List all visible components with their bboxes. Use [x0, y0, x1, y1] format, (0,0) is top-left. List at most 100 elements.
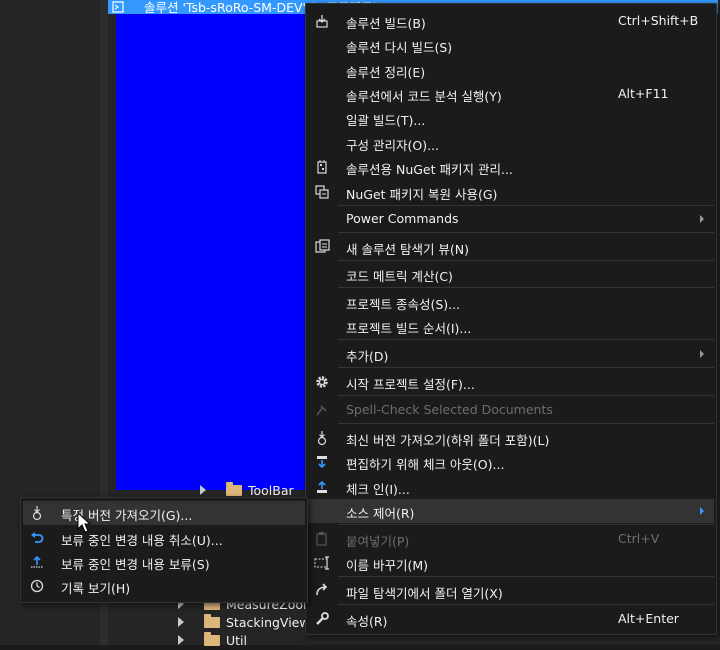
menu-item-label: 체크 인(I)...	[346, 482, 410, 497]
spellcheck-icon	[316, 405, 327, 416]
submenu-arrow-icon	[700, 350, 704, 358]
menu-item-label: 일괄 빌드(T)...	[346, 113, 426, 128]
menu-item-nuget-restore[interactable]: NuGet 패키지 복원 사용(G)	[308, 180, 714, 204]
menu-item-spell-check: Spell-Check Selected Documents	[308, 398, 714, 422]
solution-context-menu: 솔루션 빌드(B) Ctrl+Shift+B 솔루션 다시 빌드(S) 솔루션 …	[305, 3, 717, 635]
menu-separator	[338, 524, 714, 525]
menu-item-label: 붙여넣기(P)	[346, 534, 410, 549]
menu-item-rename[interactable]: 이름 바꾸기(M)	[308, 551, 714, 575]
new-view-icon	[315, 239, 330, 253]
submenu-arrow-icon	[700, 215, 704, 223]
menu-item-label: 솔루션 다시 빌드(S)	[346, 40, 453, 55]
menu-item-properties[interactable]: 속성(R) Alt+Enter	[308, 607, 714, 631]
expand-arrow-icon[interactable]	[178, 635, 184, 645]
menu-item-get-latest[interactable]: 최신 버전 가져오기(하위 폴더 포함)(L)	[308, 426, 714, 450]
menu-item-source-control[interactable]: 소스 제어(R)	[308, 499, 714, 523]
menu-item-manage-nuget[interactable]: 솔루션용 NuGet 패키지 관리...	[308, 155, 714, 179]
menu-item-label: 새 솔루션 탐색기 뷰(N)	[346, 242, 470, 257]
tree-item-label: StackingView	[226, 615, 310, 630]
menu-item-label: 솔루션용 NuGet 패키지 관리...	[346, 162, 513, 177]
expand-arrow-icon[interactable]	[178, 617, 184, 627]
menu-item-label: 프로젝트 종속성(S)...	[346, 297, 461, 312]
menu-item-label: 구성 관리자(O)...	[346, 138, 439, 153]
tree-item-label: ToolBar	[248, 483, 294, 498]
menu-separator	[338, 423, 714, 424]
menu-item-shortcut: Ctrl+V	[618, 531, 660, 546]
menu-item-shortcut: Ctrl+Shift+B	[618, 13, 699, 28]
menu-item-paste: 붙여넣기(P) Ctrl+V	[308, 527, 714, 551]
menu-item-clean-solution[interactable]: 솔루션 정리(E)	[308, 58, 714, 82]
gear-icon	[316, 376, 328, 388]
menu-item-configuration-manager[interactable]: 구성 관리자(O)...	[308, 131, 714, 155]
menu-separator	[338, 232, 714, 233]
menu-item-view-history[interactable]: 기록 보기(H)	[23, 574, 305, 598]
redacted-tree-content	[116, 14, 312, 490]
menu-item-label: Power Commands	[346, 211, 459, 226]
menu-separator	[338, 576, 714, 577]
get-latest-icon	[317, 431, 327, 446]
menu-item-label: 속성(R)	[346, 614, 388, 629]
menu-separator	[338, 395, 714, 396]
menu-item-rebuild-solution[interactable]: 솔루션 다시 빌드(S)	[308, 33, 714, 57]
menu-item-open-in-explorer[interactable]: 파일 탐색기에서 폴더 열기(X)	[308, 579, 714, 603]
menu-item-add[interactable]: 추가(D)	[308, 342, 714, 366]
menu-item-label: 기록 보기(H)	[61, 581, 131, 596]
menu-separator	[338, 287, 714, 288]
menu-item-label: 소스 제어(R)	[346, 506, 415, 521]
undo-icon	[31, 532, 44, 543]
menu-item-run-code-analysis[interactable]: 솔루션에서 코드 분석 실행(Y) Alt+F11	[308, 82, 714, 106]
menu-item-project-dependencies[interactable]: 프로젝트 종속성(S)...	[308, 290, 714, 314]
shelve-icon	[31, 555, 43, 568]
menu-separator	[338, 339, 714, 340]
menu-item-label: 파일 탐색기에서 폴더 열기(X)	[346, 586, 503, 601]
menu-item-new-explorer-view[interactable]: 새 솔루션 탐색기 뷰(N)	[308, 235, 714, 259]
source-control-submenu: 특정 버전 가져오기(G)... 보류 중인 변경 내용 취소(U)... 보류…	[20, 497, 308, 603]
history-icon	[30, 579, 44, 593]
nuget-icon	[317, 160, 327, 174]
folder-icon	[226, 482, 242, 496]
paste-icon	[316, 532, 327, 546]
menu-item-label: 시작 프로젝트 설정(F)...	[346, 377, 475, 392]
menu-item-label: 솔루션에서 코드 분석 실행(Y)	[346, 89, 502, 104]
menu-item-power-commands[interactable]: Power Commands	[308, 207, 714, 231]
menu-item-batch-build[interactable]: 일괄 빌드(T)...	[308, 106, 714, 130]
menu-item-label: 솔루션 빌드(B)	[346, 16, 426, 31]
menu-item-set-startup-projects[interactable]: 시작 프로젝트 설정(F)...	[308, 370, 714, 394]
menu-item-label: 보류 중인 변경 내용 보류(S)	[61, 557, 210, 572]
mouse-cursor-icon	[77, 512, 92, 533]
get-version-icon	[32, 506, 42, 521]
menu-item-check-in[interactable]: 체크 인(I)...	[308, 475, 714, 499]
wrench-icon	[316, 612, 329, 625]
tree-item-label: Util	[226, 633, 247, 648]
solution-icon	[112, 1, 124, 13]
menu-item-shortcut: Alt+Enter	[618, 611, 679, 626]
menu-item-label: 코드 메트릭 계산(C)	[346, 269, 453, 284]
menu-item-undo-pending[interactable]: 보류 중인 변경 내용 취소(U)...	[23, 526, 305, 550]
open-folder-icon	[316, 583, 328, 596]
checkin-icon	[317, 480, 327, 493]
menu-item-build-solution[interactable]: 솔루션 빌드(B) Ctrl+Shift+B	[308, 9, 714, 33]
menu-item-label: 솔루션 정리(E)	[346, 65, 426, 80]
menu-item-check-out[interactable]: 편집하기 위해 체크 아웃(O)...	[308, 450, 714, 474]
menu-item-shelve-pending[interactable]: 보류 중인 변경 내용 보류(S)	[23, 550, 305, 574]
nuget-restore-icon	[315, 185, 329, 199]
menu-item-get-specific-version[interactable]: 특정 버전 가져오기(G)...	[23, 501, 305, 525]
menu-item-label: Spell-Check Selected Documents	[346, 402, 553, 417]
menu-item-shortcut: Alt+F11	[618, 86, 669, 101]
menu-item-code-metrics[interactable]: 코드 메트릭 계산(C)	[308, 262, 714, 286]
folder-icon	[204, 614, 220, 628]
menu-separator	[338, 205, 714, 206]
menu-item-label: 최신 버전 가져오기(하위 폴더 포함)(L)	[346, 433, 550, 448]
expand-arrow-icon[interactable]	[200, 485, 206, 495]
build-icon	[316, 15, 328, 28]
menu-item-label: 편집하기 위해 체크 아웃(O)...	[346, 457, 505, 472]
tree-item[interactable]: Util	[178, 632, 308, 650]
menu-item-label: NuGet 패키지 복원 사용(G)	[346, 187, 498, 202]
menu-separator	[338, 604, 714, 605]
menu-item-label: 프로젝트 빌드 순서(I)...	[346, 321, 472, 336]
tree-item[interactable]: StackingView	[178, 614, 310, 632]
menu-item-label: 이름 바꾸기(M)	[346, 558, 429, 573]
checkout-icon	[317, 456, 327, 469]
menu-item-build-order[interactable]: 프로젝트 빌드 순서(I)...	[308, 314, 714, 338]
folder-icon	[204, 632, 220, 646]
